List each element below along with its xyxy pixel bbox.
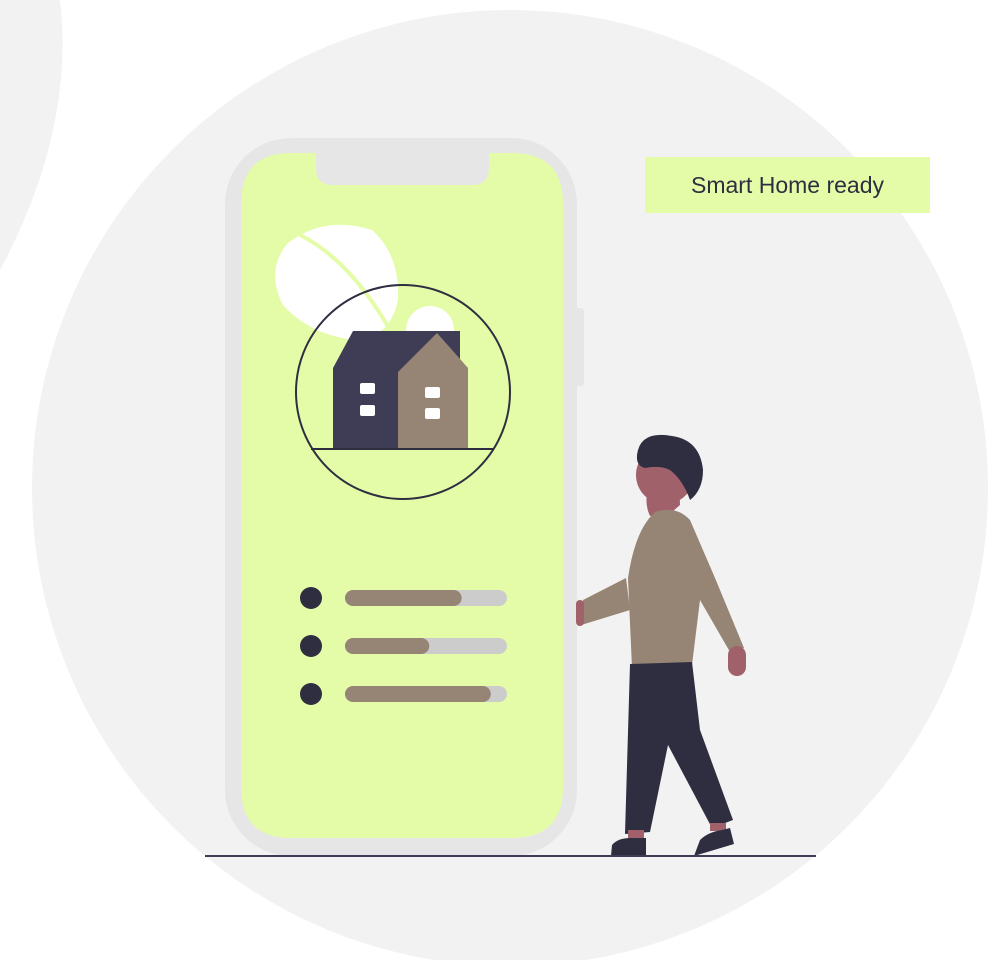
setting-dot	[300, 635, 322, 657]
window	[360, 405, 375, 416]
phone	[225, 138, 584, 856]
smart-home-caption: Smart Home ready	[645, 157, 930, 213]
person-ankle	[628, 830, 644, 838]
setting-level-fill	[345, 686, 491, 702]
setting-level-fill	[345, 638, 430, 654]
setting-dot	[300, 587, 322, 609]
window	[360, 383, 375, 394]
window	[425, 387, 440, 398]
person-right-hand	[728, 646, 746, 676]
scene-svg	[0, 0, 988, 960]
illustration: Smart Home ready	[0, 0, 1001, 960]
setting-dot	[300, 683, 322, 705]
window	[425, 408, 440, 419]
setting-level-fill	[345, 590, 462, 606]
person-left-hand	[576, 600, 584, 626]
corner-shape	[0, 0, 63, 270]
